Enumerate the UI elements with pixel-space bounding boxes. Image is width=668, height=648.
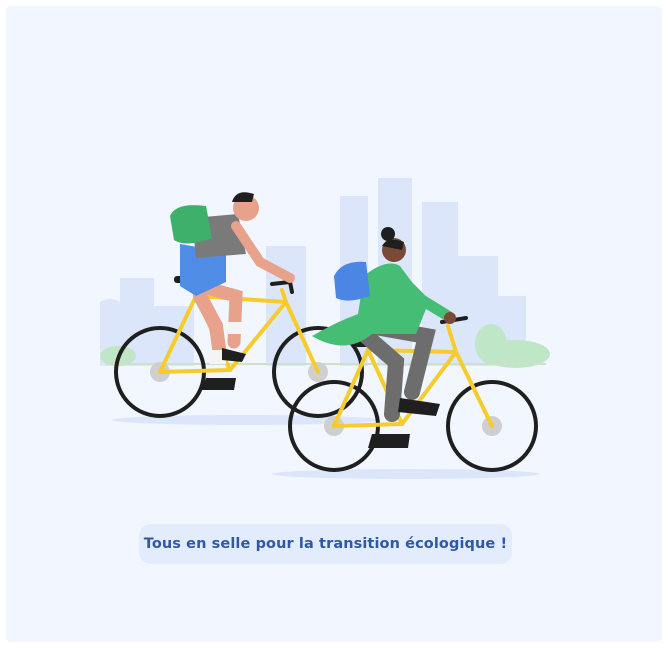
caption-badge: Tous en selle pour la transition écologi… [139,524,512,564]
cyclists-illustration [100,178,550,479]
caption-text: Tous en selle pour la transition écologi… [143,536,508,552]
city-skyline-icon [100,178,526,366]
content-card: Tous en selle pour la transition écologi… [6,6,662,642]
